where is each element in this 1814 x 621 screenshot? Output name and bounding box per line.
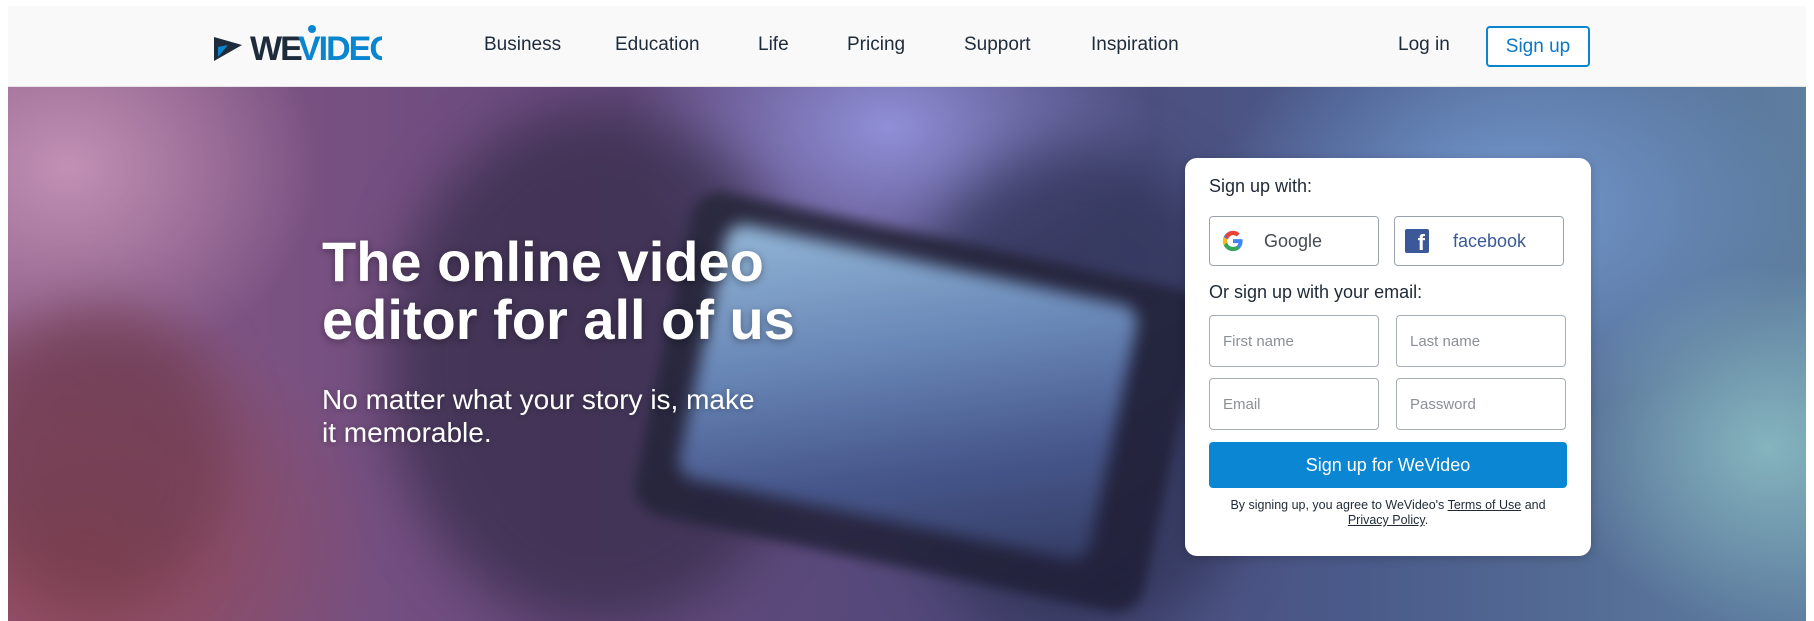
terms-of-use-link[interactable]: Terms of Use: [1448, 498, 1522, 512]
wevideo-play-icon: WE VIDEO: [214, 25, 382, 67]
nav-item-business[interactable]: Business: [484, 34, 561, 56]
top-nav-bar: WE VIDEO Business Education Life Pricing…: [8, 6, 1806, 87]
wevideo-logo[interactable]: WE VIDEO: [212, 23, 382, 67]
hero-subtitle-line: No matter what your story is, make: [322, 384, 755, 415]
last-name-input[interactable]: [1396, 315, 1566, 367]
privacy-policy-link[interactable]: Privacy Policy: [1348, 513, 1425, 527]
hero-title: The online video editor for all of us: [322, 233, 882, 349]
facebook-f-icon: f: [1405, 229, 1429, 255]
page: WE VIDEO Business Education Life Pricing…: [0, 0, 1814, 621]
signup-submit-button[interactable]: Sign up for WeVideo: [1209, 442, 1567, 488]
nav-item-support[interactable]: Support: [964, 34, 1031, 56]
nav-item-education[interactable]: Education: [615, 34, 700, 56]
svg-text:WE: WE: [250, 30, 302, 67]
email-signup-heading: Or sign up with your email:: [1209, 282, 1423, 302]
password-input[interactable]: [1396, 378, 1566, 430]
hero-title-line: The online video: [322, 230, 764, 293]
terms-text: .: [1424, 513, 1429, 527]
google-label: Google: [1264, 230, 1323, 251]
nav-item-inspiration[interactable]: Inspiration: [1091, 34, 1179, 56]
google-signup-button[interactable]: Google: [1209, 216, 1379, 266]
login-link[interactable]: Log in: [1398, 34, 1450, 56]
nav-item-life[interactable]: Life: [758, 34, 789, 56]
terms-text: By signing up, you agree to WeVideo's: [1230, 498, 1445, 512]
hero-subtitle-line: it memorable.: [322, 417, 492, 448]
hero-title-line: editor for all of us: [322, 288, 795, 351]
signup-card: Sign up with: Google f facebook Or sign …: [1185, 158, 1591, 556]
hero-background-blur: [8, 307, 228, 607]
svg-text:VIDEO: VIDEO: [298, 30, 382, 67]
signup-heading: Sign up with:: [1209, 176, 1313, 196]
signup-button[interactable]: Sign up: [1486, 26, 1590, 67]
hero-subtitle: No matter what your story is, make it me…: [322, 383, 842, 449]
google-g-icon: [1222, 230, 1243, 252]
facebook-signup-button[interactable]: f facebook: [1394, 216, 1564, 266]
email-input[interactable]: [1209, 378, 1379, 430]
facebook-label: facebook: [1453, 230, 1527, 251]
first-name-input[interactable]: [1209, 315, 1379, 367]
terms-notice: By signing up, you agree to WeVideo's Te…: [1209, 498, 1567, 528]
nav-item-pricing[interactable]: Pricing: [847, 34, 905, 56]
terms-text: and: [1524, 498, 1546, 512]
